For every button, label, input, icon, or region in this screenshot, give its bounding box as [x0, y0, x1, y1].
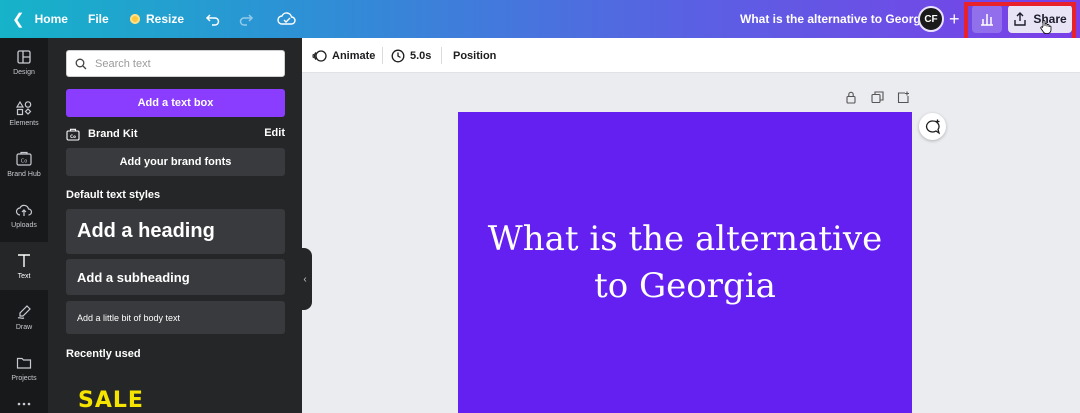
- collapse-panel-button[interactable]: ‹: [298, 248, 312, 310]
- rail-label: Draw: [15, 323, 33, 331]
- crown-icon: [130, 14, 140, 24]
- add-text-box-button[interactable]: Add a text box: [66, 89, 285, 117]
- rail-label: Uploads: [11, 221, 37, 229]
- text-panel: Add a text box Co Brand Kit Edit Add you…: [48, 38, 302, 413]
- document-title[interactable]: What is the alternative to Georgia: [740, 0, 931, 38]
- home-button[interactable]: ❮ Home: [12, 0, 68, 38]
- duplicate-page-icon[interactable]: [871, 91, 885, 105]
- rail-label: Text: [17, 272, 31, 280]
- brand-kit-label: Brand Kit: [88, 128, 138, 140]
- file-menu-button[interactable]: File: [88, 0, 109, 38]
- add-collaborator-icon[interactable]: +: [949, 0, 960, 38]
- recently-used-heading: Recently used: [66, 348, 141, 360]
- add-page-icon[interactable]: [897, 91, 911, 105]
- rail-item-draw[interactable]: Draw: [0, 293, 48, 341]
- brand-kit-row: Co Brand Kit Edit: [66, 126, 285, 142]
- lock-icon[interactable]: [845, 91, 859, 105]
- design-page[interactable]: What is the alternative to Georgia: [458, 112, 912, 413]
- add-subheading-button[interactable]: Add a subheading: [66, 259, 285, 295]
- home-label: Home: [34, 12, 68, 26]
- brand-hub-icon: Co: [16, 151, 32, 166]
- comment-plus-icon: [925, 119, 940, 135]
- chevron-left-icon: ❮: [12, 11, 25, 28]
- svg-text:Co: Co: [21, 158, 28, 164]
- rail-item-uploads[interactable]: Uploads: [0, 191, 48, 239]
- recent-text-style-sale[interactable]: SALE: [78, 388, 144, 413]
- avatar[interactable]: CF: [918, 6, 944, 32]
- resize-label: Resize: [146, 12, 185, 26]
- design-heading-text[interactable]: What is the alternative to Georgia: [475, 216, 895, 310]
- search-input[interactable]: [95, 57, 275, 70]
- animate-label: Animate: [332, 49, 376, 62]
- folder-icon: [16, 357, 32, 369]
- rail-item-projects[interactable]: Projects: [0, 344, 48, 392]
- text-t-icon: [18, 253, 30, 267]
- position-button[interactable]: Position: [453, 38, 496, 73]
- animate-icon: [312, 49, 327, 62]
- brand-kit-icon: Co: [66, 128, 80, 141]
- chevron-left-icon: ‹: [303, 273, 307, 285]
- add-heading-button[interactable]: Add a heading: [66, 209, 285, 254]
- layout-icon: [17, 49, 31, 64]
- toolbar-divider: [382, 47, 383, 64]
- duration-button[interactable]: 5.0s: [391, 38, 431, 73]
- add-body-text-button[interactable]: Add a little bit of body text: [66, 301, 285, 334]
- insights-button[interactable]: [972, 5, 1002, 33]
- add-comment-button[interactable]: [919, 113, 946, 140]
- top-bar: ❮ Home File Resize What is the alternati…: [0, 0, 1080, 38]
- left-rail: Design Elements Co Brand Hub Uploads Tex…: [0, 38, 48, 413]
- rail-item-text[interactable]: Text: [0, 242, 48, 290]
- redo-icon[interactable]: [238, 0, 254, 38]
- share-upload-icon: [1014, 12, 1027, 26]
- rail-label: Elements: [9, 119, 39, 127]
- duration-label: 5.0s: [410, 49, 432, 62]
- svg-text:Co: Co: [70, 134, 76, 139]
- search-box[interactable]: [66, 50, 285, 77]
- shapes-icon: [16, 100, 32, 115]
- cloud-upload-icon: [15, 204, 33, 216]
- rail-item-elements[interactable]: Elements: [0, 89, 48, 137]
- undo-icon[interactable]: [205, 0, 221, 38]
- rail-item-design[interactable]: Design: [0, 38, 48, 86]
- toolbar-divider: [441, 47, 442, 64]
- rail-label: Design: [13, 68, 35, 76]
- editor-toolbar: Animate 5.0s Position: [302, 38, 1080, 73]
- hand-cursor-icon: [1040, 20, 1052, 39]
- rail-label: Projects: [11, 374, 37, 382]
- default-text-styles-heading: Default text styles: [66, 189, 161, 201]
- cloud-saved-icon[interactable]: [277, 0, 297, 38]
- resize-button[interactable]: Resize: [130, 0, 184, 38]
- brand-kit-edit-link[interactable]: Edit: [264, 127, 285, 139]
- clock-icon: [391, 49, 405, 62]
- bar-chart-icon: [981, 14, 993, 26]
- animate-button[interactable]: Animate: [312, 38, 375, 73]
- apps-grid-icon[interactable]: [0, 395, 48, 413]
- rail-item-brand-hub[interactable]: Co Brand Hub: [0, 140, 48, 188]
- search-icon: [75, 58, 87, 69]
- add-brand-fonts-button[interactable]: Add your brand fonts: [66, 148, 285, 176]
- rail-label: Brand Hub: [7, 170, 41, 178]
- pen-icon: [17, 304, 31, 319]
